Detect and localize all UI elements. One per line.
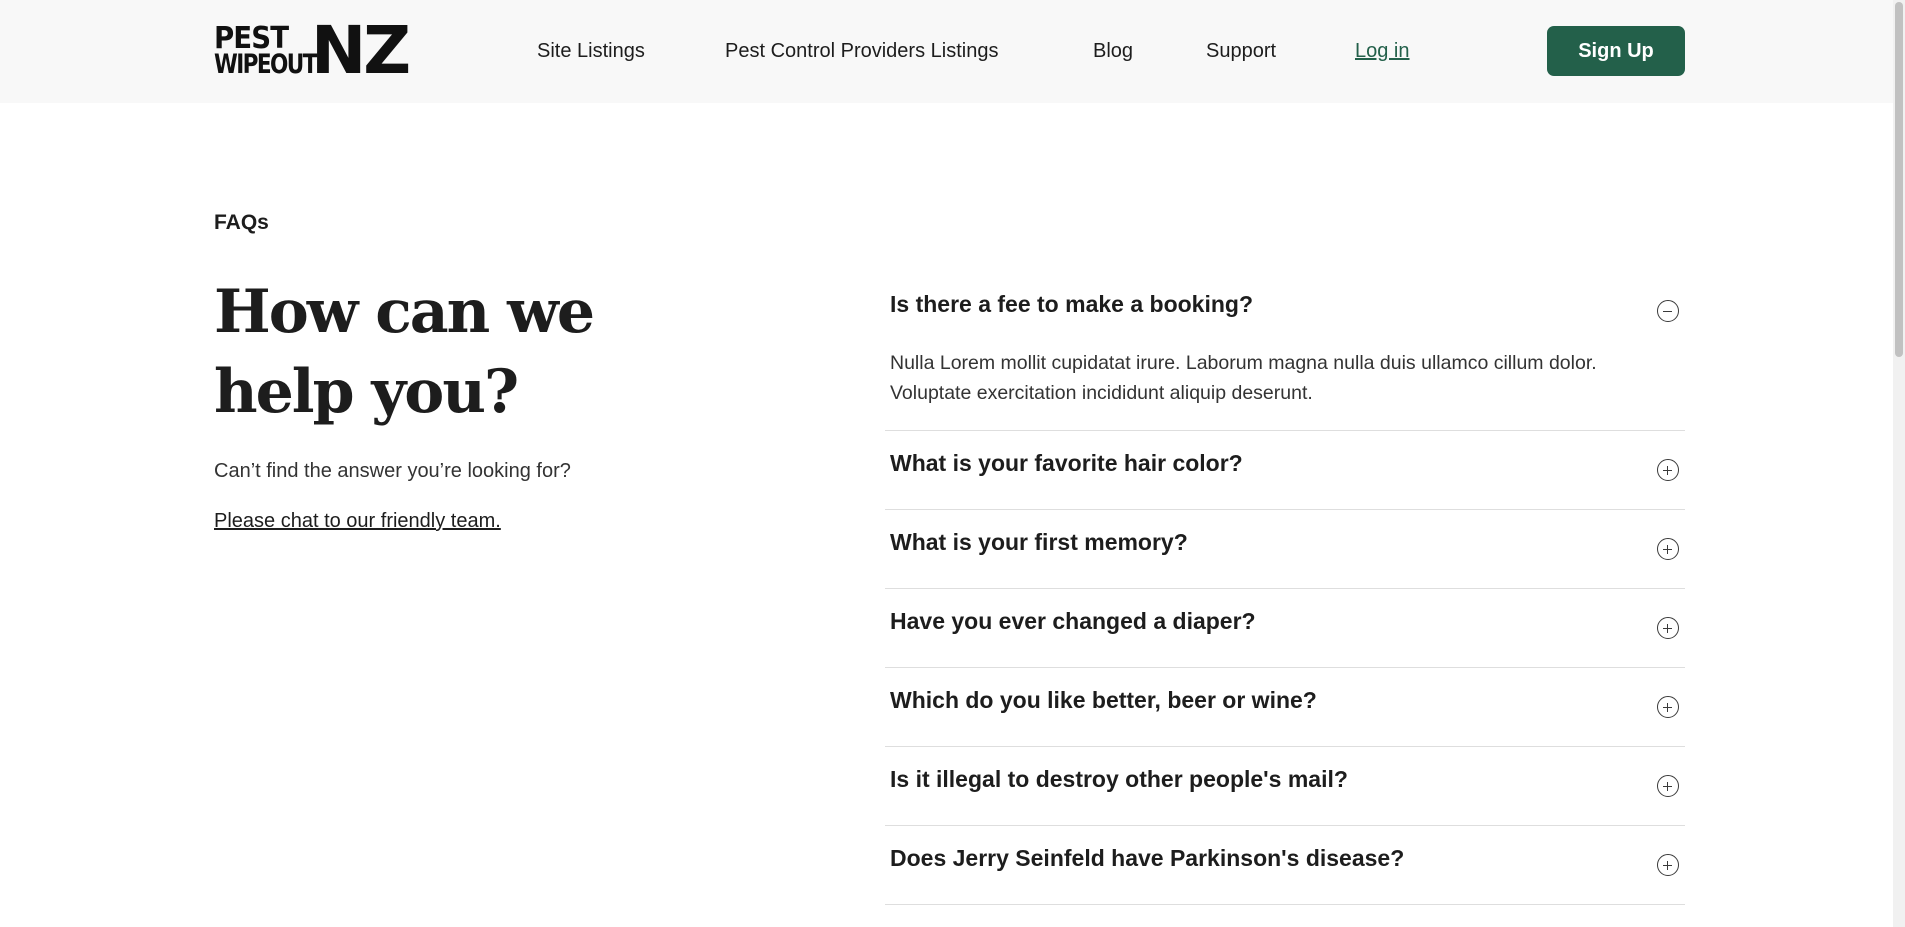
plus-circle-icon[interactable]: [1657, 775, 1679, 797]
page-scrollbar[interactable]: [1893, 0, 1905, 927]
scrollbar-thumb[interactable]: [1895, 2, 1903, 357]
faq-item: Does Jerry Seinfeld have Parkinson's dis…: [885, 826, 1685, 905]
nav-site-listings[interactable]: Site Listings: [537, 38, 645, 64]
logo-mark-nz: NZ: [311, 12, 411, 89]
minus-circle-icon[interactable]: [1657, 300, 1679, 322]
faq-item: What is your first memory?: [885, 510, 1685, 589]
nav-support[interactable]: Support: [1206, 38, 1276, 64]
plus-circle-icon[interactable]: [1657, 538, 1679, 560]
faqs-eyebrow: FAQs: [214, 211, 269, 234]
plus-circle-icon[interactable]: [1657, 854, 1679, 876]
plus-circle-icon[interactable]: [1657, 459, 1679, 481]
login-link[interactable]: Log in: [1355, 38, 1410, 64]
faq-question-text: Is there a fee to make a booking?: [890, 291, 1253, 317]
nav-blog[interactable]: Blog: [1093, 38, 1133, 64]
faq-question[interactable]: What is your favorite hair color?: [885, 431, 1685, 509]
faq-question-text: What is your favorite hair color?: [890, 450, 1243, 476]
faq-item: Is it illegal to destroy other people's …: [885, 747, 1685, 826]
faq-question-text: What is your first memory?: [890, 529, 1188, 555]
faq-accordion: Is there a fee to make a booking? Nulla …: [885, 270, 1685, 905]
faq-question[interactable]: Have you ever changed a diaper?: [885, 589, 1685, 667]
chat-team-link[interactable]: Please chat to our friendly team.: [214, 510, 501, 533]
logo-line-wipeout: WIPEOUT: [214, 49, 317, 80]
faq-question-text: Which do you like better, beer or wine?: [890, 687, 1317, 713]
faq-item: Is there a fee to make a booking? Nulla …: [885, 270, 1685, 431]
help-subtext: Can’t find the answer you’re looking for…: [214, 460, 571, 482]
faq-question[interactable]: What is your first memory?: [885, 510, 1685, 588]
faq-question[interactable]: Is there a fee to make a booking?: [885, 270, 1685, 348]
faq-answer: Nulla Lorem mollit cupidatat irure. Labo…: [890, 352, 1597, 404]
faq-item: What is your favorite hair color?: [885, 431, 1685, 510]
faq-question-text: Is it illegal to destroy other people's …: [890, 766, 1348, 792]
faq-question[interactable]: Which do you like better, beer or wine?: [885, 668, 1685, 746]
page-title: How can we help you?: [214, 277, 595, 427]
faq-item: Which do you like better, beer or wine?: [885, 668, 1685, 747]
faq-item: Have you ever changed a diaper?: [885, 589, 1685, 668]
plus-circle-icon[interactable]: [1657, 617, 1679, 639]
faq-question-text: Have you ever changed a diaper?: [890, 608, 1256, 634]
faq-question-text: Does Jerry Seinfeld have Parkinson's dis…: [890, 845, 1405, 871]
signup-button[interactable]: Sign Up: [1547, 26, 1685, 76]
nav-pest-control-providers-listings[interactable]: Pest Control Providers Listings: [725, 38, 998, 64]
pest-wipeout-nz-logo[interactable]: PEST WIPEOUT NZ: [214, 18, 411, 84]
faq-question[interactable]: Is it illegal to destroy other people's …: [885, 747, 1685, 825]
site-header: PEST WIPEOUT NZ Site Listings Pest Contr…: [0, 0, 1905, 103]
faq-question[interactable]: Does Jerry Seinfeld have Parkinson's dis…: [885, 826, 1685, 904]
plus-circle-icon[interactable]: [1657, 696, 1679, 718]
